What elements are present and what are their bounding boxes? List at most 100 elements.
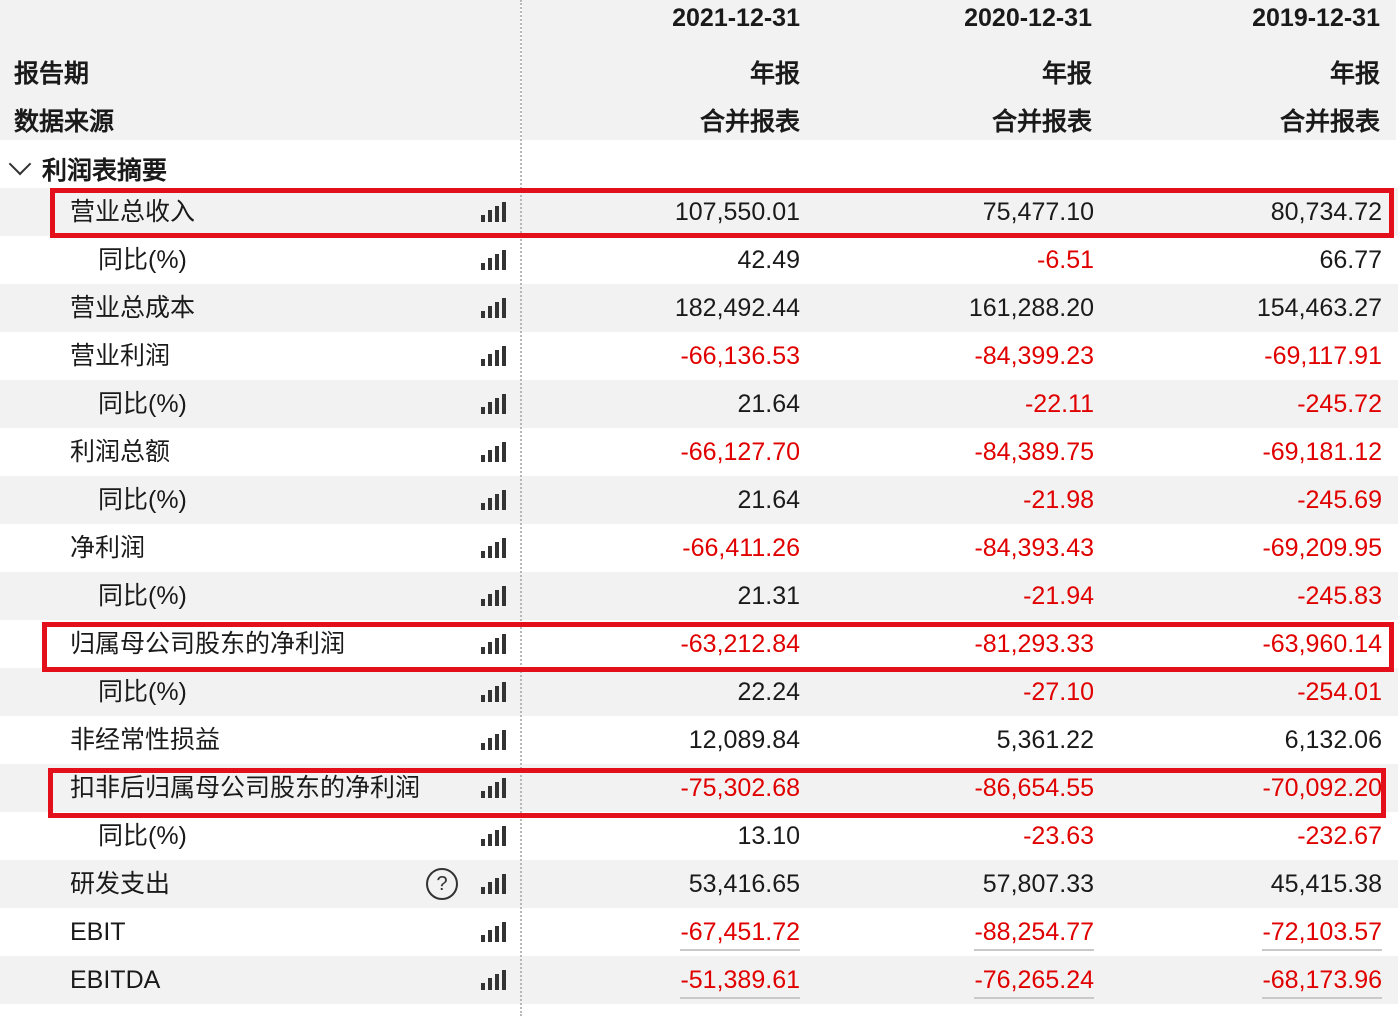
- value-text: -254.01: [1297, 678, 1382, 706]
- value-cell: 53,416.65: [522, 860, 814, 908]
- value-cell: -69,117.91: [1108, 332, 1396, 380]
- bar-chart-icon[interactable]: [481, 970, 507, 990]
- value-cell: 21.64: [522, 476, 814, 524]
- row-label-cell: 同比(%): [0, 380, 520, 428]
- table-row[interactable]: 营业总成本 182,492.44 161,288.20 154,463.27: [0, 284, 1398, 332]
- highlight-net-profit-parent: [42, 622, 1394, 672]
- value-text: 57,807.33: [982, 870, 1094, 898]
- value-text: 12,089.84: [688, 726, 800, 754]
- value-cell: -84,399.23: [814, 332, 1108, 380]
- section-title[interactable]: 利润表摘要: [42, 151, 167, 187]
- table-row[interactable]: 同比(%) 21.64 -21.98 -245.69: [0, 476, 1398, 524]
- value-cell: 161,288.20: [814, 284, 1108, 332]
- bar-chart-icon[interactable]: [481, 826, 507, 846]
- bar-chart-icon[interactable]: [481, 682, 507, 702]
- value-cell: 13.10: [522, 812, 814, 860]
- data-source-label: 数据来源: [14, 108, 115, 136]
- bar-chart-icon[interactable]: [481, 346, 507, 366]
- value-text: -232.67: [1297, 822, 1382, 850]
- value-cell: -245.69: [1108, 476, 1396, 524]
- bar-chart-icon[interactable]: [481, 922, 507, 942]
- row-label: 利润总额: [70, 438, 171, 466]
- table-row[interactable]: EBITDA -51,389.61 -76,265.24 -68,173.96: [0, 956, 1398, 1004]
- report-period-label: 报告期: [14, 60, 90, 88]
- row-label: 研发支出: [70, 870, 171, 898]
- table-row[interactable]: 同比(%) 22.24 -27.10 -254.01: [0, 668, 1398, 716]
- bar-chart-icon[interactable]: [481, 250, 507, 270]
- row-label-cell: 同比(%): [0, 476, 520, 524]
- bar-chart-icon[interactable]: [481, 586, 507, 606]
- value-cell: 21.31: [522, 572, 814, 620]
- value-text: -22.11: [1024, 390, 1094, 418]
- row-label-cell: 营业总成本: [0, 284, 520, 332]
- row-label-cell: 同比(%): [0, 812, 520, 860]
- value-cell: -245.83: [1108, 572, 1396, 620]
- value-text: 182,492.44: [674, 294, 800, 322]
- value-text: -84,393.43: [974, 534, 1094, 562]
- value-text: -245.69: [1297, 486, 1382, 514]
- value-cell: -245.72: [1108, 380, 1396, 428]
- period-2019: 2019-12-31: [1252, 4, 1380, 32]
- value-cell: -22.11: [814, 380, 1108, 428]
- report-type-2019: 年报: [1329, 60, 1380, 88]
- table-row[interactable]: 营业利润 -66,136.53 -84,399.23 -69,117.91: [0, 332, 1398, 380]
- table-row[interactable]: 研发支出? 53,416.65 57,807.33 45,415.38: [0, 860, 1398, 908]
- table-row[interactable]: 利润总额 -66,127.70 -84,389.75 -69,181.12: [0, 428, 1398, 476]
- bar-chart-icon[interactable]: [481, 538, 507, 558]
- value-cell: -21.94: [814, 572, 1108, 620]
- value-text: 66.77: [1319, 246, 1382, 274]
- value-text: 21.64: [737, 486, 800, 514]
- help-icon[interactable]: ?: [426, 868, 458, 900]
- value-cell: -69,181.12: [1108, 428, 1396, 476]
- column-divider: [520, 0, 522, 1016]
- row-label: 同比(%): [98, 486, 187, 514]
- value-text: 161,288.20: [968, 294, 1094, 322]
- row-label: 同比(%): [98, 822, 187, 850]
- bar-chart-icon[interactable]: [481, 730, 507, 750]
- row-label-cell: EBITDA: [0, 956, 520, 1004]
- value-text: 22.24: [737, 678, 800, 706]
- table-row[interactable]: 同比(%) 21.64 -22.11 -245.72: [0, 380, 1398, 428]
- row-label: 同比(%): [98, 246, 187, 274]
- row-label-cell: 同比(%): [0, 236, 520, 284]
- value-text: -72,103.57: [1262, 918, 1382, 951]
- bar-chart-icon[interactable]: [481, 874, 507, 894]
- row-label: EBIT: [70, 918, 126, 946]
- value-text: 45,415.38: [1270, 870, 1382, 898]
- value-cell: -72,103.57: [1108, 908, 1396, 956]
- bar-chart-icon[interactable]: [481, 442, 507, 462]
- data-source-2020: 合并报表: [991, 108, 1092, 136]
- table-row[interactable]: 非经常性损益 12,089.84 5,361.22 6,132.06: [0, 716, 1398, 764]
- value-cell: -84,393.43: [814, 524, 1108, 572]
- value-cell: 22.24: [522, 668, 814, 716]
- value-cell: 21.64: [522, 380, 814, 428]
- value-text: -84,399.23: [974, 342, 1094, 370]
- bar-chart-icon[interactable]: [481, 298, 507, 318]
- value-cell: 6,132.06: [1108, 716, 1396, 764]
- value-text: -66,127.70: [680, 438, 800, 466]
- table-row[interactable]: EBIT -67,451.72 -88,254.77 -72,103.57: [0, 908, 1398, 956]
- value-text: -69,117.91: [1264, 342, 1382, 370]
- highlight-net-profit-deducted: [48, 768, 1386, 818]
- table-row[interactable]: 同比(%) 13.10 -23.63 -232.67: [0, 812, 1398, 860]
- highlight-total-revenue: [50, 188, 1394, 238]
- chevron-down-icon[interactable]: [8, 152, 32, 176]
- value-cell: -232.67: [1108, 812, 1396, 860]
- value-cell: -66,127.70: [522, 428, 814, 476]
- value-text: -69,209.95: [1262, 534, 1382, 562]
- value-text: 13.10: [737, 822, 800, 850]
- value-text: 5,361.22: [996, 726, 1094, 754]
- value-text: -69,181.12: [1262, 438, 1382, 466]
- value-cell: 12,089.84: [522, 716, 814, 764]
- value-text: -68,173.96: [1262, 966, 1382, 999]
- row-label-cell: 非经常性损益: [0, 716, 520, 764]
- bar-chart-icon[interactable]: [481, 394, 507, 414]
- value-cell: 154,463.27: [1108, 284, 1396, 332]
- table-row[interactable]: 同比(%) 21.31 -21.94 -245.83: [0, 572, 1398, 620]
- bar-chart-icon[interactable]: [481, 490, 507, 510]
- table-row[interactable]: 净利润 -66,411.26 -84,393.43 -69,209.95: [0, 524, 1398, 572]
- table-row[interactable]: 同比(%) 42.49 -6.51 66.77: [0, 236, 1398, 284]
- row-label: 同比(%): [98, 678, 187, 706]
- value-text: -21.94: [1023, 582, 1094, 610]
- value-text: 154,463.27: [1256, 294, 1382, 322]
